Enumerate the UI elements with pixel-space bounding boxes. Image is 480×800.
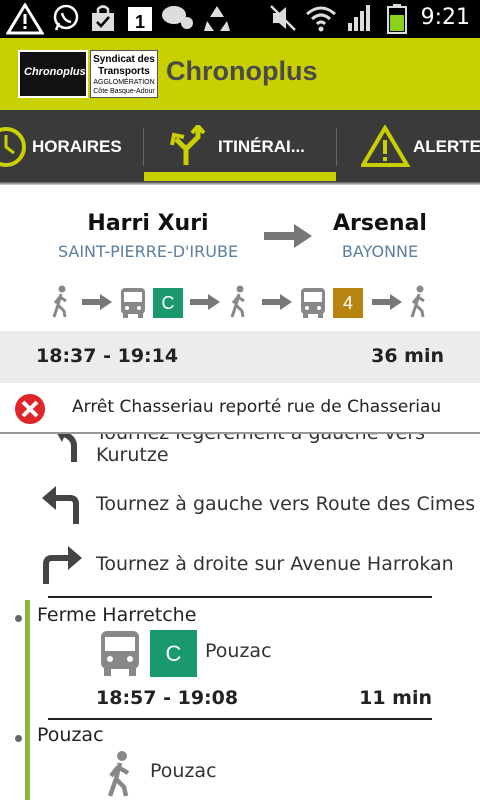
clock-icon (0, 127, 26, 167)
whatsapp-icon (53, 4, 79, 31)
line-badge-c: C (150, 630, 197, 677)
stop-name: Ferme Harretche (37, 604, 197, 626)
turn-slight-left-icon (57, 434, 77, 462)
signal-icon (348, 5, 370, 31)
step-text: Kurutze (96, 444, 169, 466)
arrow-icon (82, 294, 112, 310)
step-text: Tournez légèrement à gauche vers (96, 434, 425, 444)
trip-summary-bar: 18:37 - 19:14 36 min (0, 331, 480, 383)
disruption-alert[interactable]: Arrêt Chasseriau reporté rue de Chasseri… (0, 383, 480, 433)
route-summary: Harri Xuri SAINT-PIERRE-D'IRUBE Arsenal … (0, 185, 480, 331)
divider (48, 596, 432, 598)
turn-left-icon (42, 486, 79, 524)
timeline-dot (15, 735, 22, 742)
app-header: Chronoplus Syndicat des Transports AGGLO… (0, 38, 480, 110)
warning-icon (361, 125, 411, 167)
route-arrow-icon (264, 224, 312, 248)
leg-duration: 11 min (359, 687, 432, 709)
arrow-icon (262, 294, 292, 310)
itinerary-steps[interactable]: Tournez légèrement à gauche vers Kurutze… (0, 434, 480, 800)
timeline-dot (15, 615, 22, 622)
walk-icon (52, 285, 67, 318)
line-badge-4: 4 (333, 288, 363, 318)
recycle-icon (204, 6, 230, 31)
walk-icon (410, 285, 425, 318)
divider (48, 718, 432, 720)
split-arrows-icon (170, 125, 206, 165)
destination-city: BAYONNE (341, 242, 419, 261)
trip-duration: 36 min (371, 345, 444, 367)
chat-icon (162, 6, 193, 29)
destination-name: Arsenal (333, 211, 427, 236)
leg-destination: Pouzac (205, 640, 272, 662)
syndicat-logo: Syndicat des Transports AGGLOMÉRATION Cô… (90, 50, 158, 98)
alert-text: Arrêt Chasseriau reporté rue de Chasseri… (72, 397, 442, 417)
walk-icon (107, 751, 130, 797)
app-title: Chronoplus (166, 56, 318, 86)
wifi-icon (306, 6, 336, 32)
mute-icon (270, 5, 296, 31)
tab-alertes[interactable]: ALERTES (337, 110, 480, 184)
timeline-line (25, 600, 30, 800)
chronoplus-logo: Chronoplus (18, 50, 88, 98)
calendar-icon: 1 (128, 7, 152, 32)
leg-destination: Pouzac (150, 760, 217, 782)
arrow-icon (372, 294, 402, 310)
origin-name: Harri Xuri (87, 211, 209, 236)
tab-horaires[interactable]: HORAIRES (0, 110, 143, 184)
step-text: Tournez à gauche vers Route des Cimes (96, 493, 476, 515)
walk-icon (230, 285, 245, 318)
clock-time: 9:21 (420, 5, 470, 30)
svg-text:1: 1 (135, 12, 145, 32)
turn-right-icon (43, 546, 82, 584)
leg-times: 18:57 - 19:08 (96, 687, 239, 709)
bus-icon (121, 288, 145, 318)
stop-name: Pouzac (37, 724, 104, 746)
status-bar: 1 9:21 (0, 0, 480, 38)
bus-icon (301, 288, 325, 318)
origin-city: SAINT-PIERRE-D'IRUBE (57, 242, 239, 261)
battery-icon (387, 4, 407, 34)
active-tab-indicator (144, 172, 336, 181)
error-icon (13, 392, 47, 426)
arrow-icon (190, 294, 220, 310)
warning-notification-icon (6, 3, 44, 35)
step-text: Tournez à droite sur Avenue Harrokan (96, 553, 454, 575)
line-badge-c: C (153, 288, 183, 318)
bus-icon (101, 631, 139, 676)
trip-times: 18:37 - 19:14 (36, 345, 179, 367)
bag-icon (92, 5, 114, 31)
